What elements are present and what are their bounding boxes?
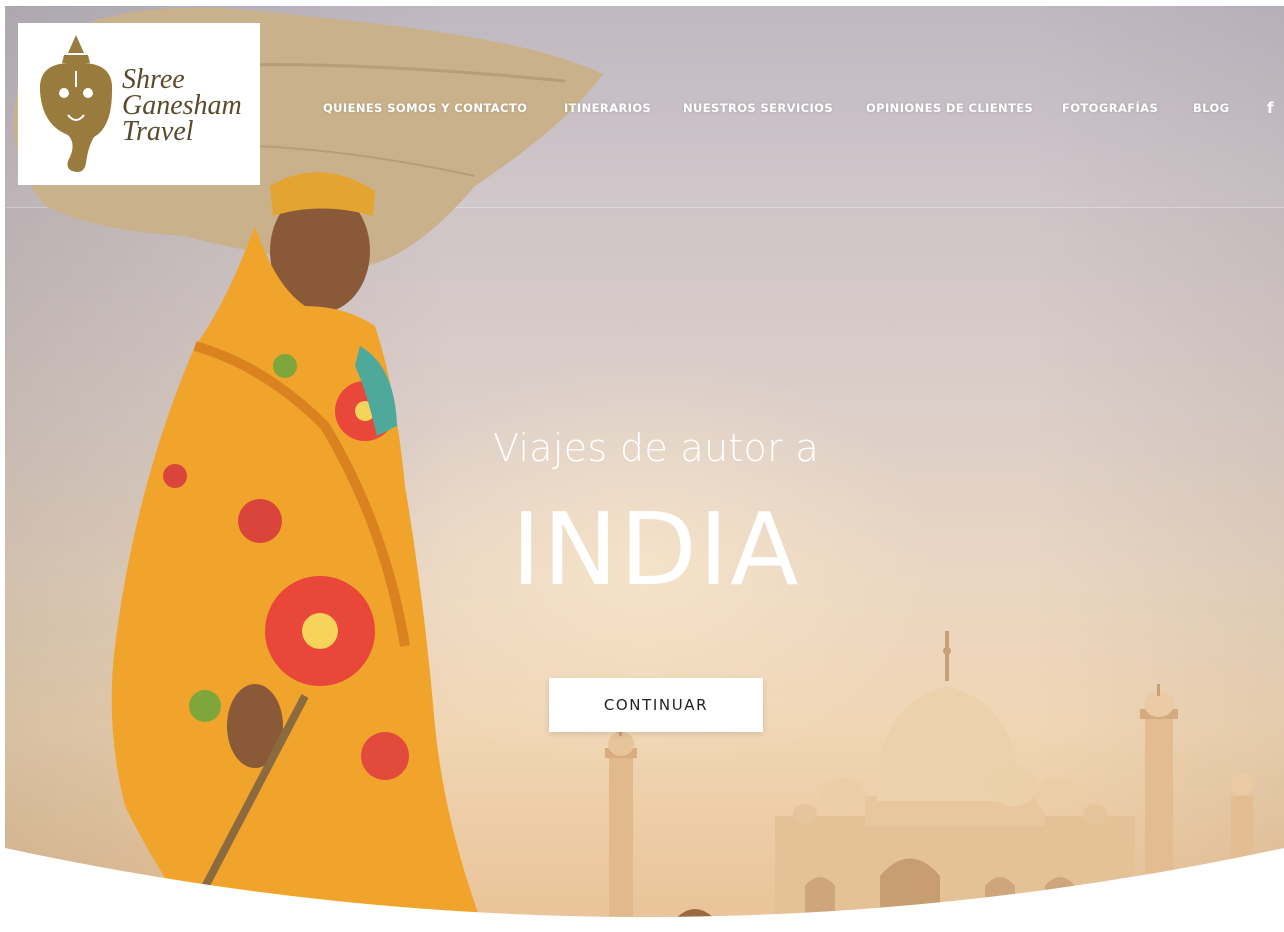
nav-item-nuestros-servicios[interactable]: NUESTROS SERVICIOS — [683, 101, 833, 115]
hero-bottom-curve — [5, 848, 1284, 932]
nav-item-itinerarios[interactable]: ITINERARIOS — [564, 101, 651, 115]
main-nav: QUIENES SOMOS Y CONTACTO ITINERARIOS NUE… — [5, 101, 1284, 117]
nav-item-quienes-somos[interactable]: QUIENES SOMOS Y CONTACTO — [323, 101, 527, 115]
facebook-icon[interactable]: f — [1267, 99, 1274, 117]
continuar-button[interactable]: CONTINUAR — [549, 678, 763, 732]
nav-item-fotografias[interactable]: FOTOGRAFÍAS — [1062, 101, 1158, 115]
nav-item-blog[interactable]: BLOG — [1193, 101, 1230, 115]
nav-item-opiniones[interactable]: OPINIONES DE CLIENTES — [866, 101, 1033, 115]
hero-title: INDIA — [511, 491, 801, 608]
hero-subtitle: Viajes de autor a — [492, 426, 819, 470]
hero-section: Shree Ganesham Travel QUIENES SOMOS Y CO… — [5, 6, 1284, 932]
logo-line-3: Travel — [122, 116, 194, 147]
